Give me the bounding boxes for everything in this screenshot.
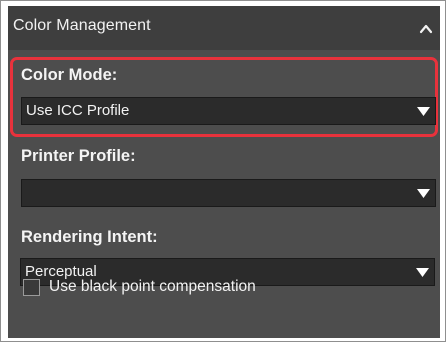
printer-profile-label: Printer Profile: [21,147,136,165]
black-point-compensation-checkbox[interactable] [23,279,40,296]
rendering-intent-label: Rendering Intent: [21,228,158,246]
black-point-compensation-label: Use black point compensation [49,278,256,295]
triangle-down-icon [417,189,430,198]
color-mode-dropdown[interactable]: Use ICC Profile [21,97,436,125]
triangle-down-icon [416,268,429,277]
printer-profile-dropdown[interactable] [21,179,436,207]
color-mode-value: Use ICC Profile [26,102,130,119]
panel-header[interactable]: Color Management [8,6,440,50]
triangle-down-icon [417,107,430,116]
color-management-panel: Color Management Color Mode: Use ICC Pro… [8,6,440,338]
color-mode-label: Color Mode: [21,66,118,84]
chevron-up-icon[interactable] [419,23,433,35]
window-frame: Color Management Color Mode: Use ICC Pro… [0,0,446,342]
panel-title: Color Management [13,17,151,34]
